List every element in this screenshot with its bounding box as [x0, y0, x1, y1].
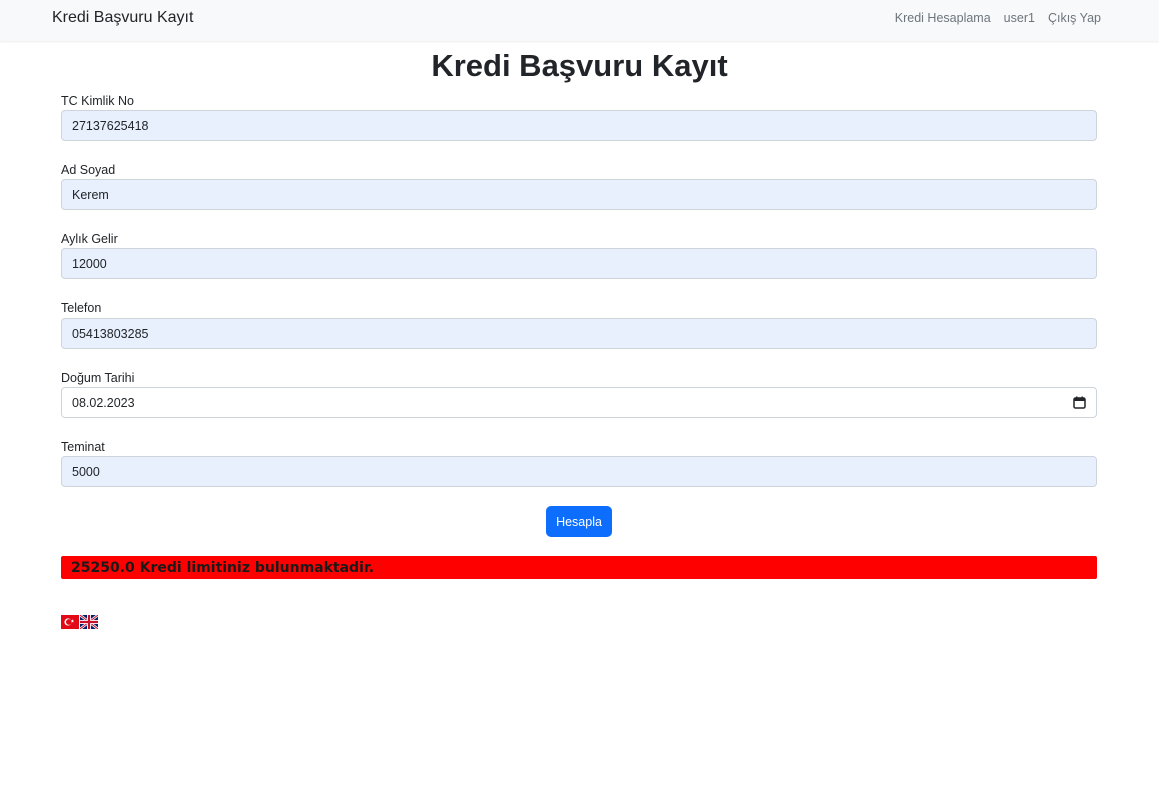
income-value: 12000 — [72, 256, 107, 271]
calendar-icon[interactable] — [1073, 396, 1086, 409]
name-input[interactable]: Kerem — [61, 179, 1097, 210]
income-label: Aylık Gelir — [61, 232, 118, 246]
nav-link-kredi-hesaplama[interactable]: Kredi Hesaplama — [895, 11, 991, 25]
income-input[interactable]: 12000 — [61, 248, 1097, 279]
nav-link-logout[interactable]: Çıkış Yap — [1048, 11, 1101, 25]
turkey-flag-icon[interactable] — [61, 615, 79, 629]
credit-limit-alert: 25250.0 Kredi limitiniz bulunmaktadir. — [61, 556, 1097, 579]
birthdate-value: 08.02.2023 — [72, 395, 135, 410]
birthdate-label: Doğum Tarihi — [61, 371, 135, 385]
collateral-value: 5000 — [72, 464, 100, 479]
navbar: Kredi Başvuru Kayıt Kredi Hesaplama user… — [0, 0, 1159, 41]
navbar-brand[interactable]: Kredi Başvuru Kayıt — [52, 9, 193, 27]
phone-input[interactable]: 05413803285 — [61, 318, 1097, 349]
collateral-label: Teminat — [61, 440, 105, 454]
nav-link-user[interactable]: user1 — [1004, 11, 1035, 25]
uk-flag-icon[interactable] — [79, 613, 99, 631]
collateral-input[interactable]: 5000 — [61, 456, 1097, 487]
name-value: Kerem — [72, 187, 109, 202]
tc-label: TC Kimlik No — [61, 94, 134, 108]
birthdate-input[interactable]: 08.02.2023 — [61, 387, 1097, 418]
navbar-links: Kredi Hesaplama user1 Çıkış Yap — [895, 11, 1101, 25]
phone-value: 05413803285 — [72, 326, 149, 341]
name-label: Ad Soyad — [61, 163, 116, 177]
language-switcher — [61, 613, 99, 631]
tc-value: 27137625418 — [72, 118, 149, 133]
tc-input[interactable]: 27137625418 — [61, 110, 1097, 141]
page-title: Kredi Başvuru Kayıt — [431, 48, 728, 83]
phone-label: Telefon — [61, 301, 102, 315]
hesapla-button[interactable]: Hesapla — [546, 506, 612, 537]
